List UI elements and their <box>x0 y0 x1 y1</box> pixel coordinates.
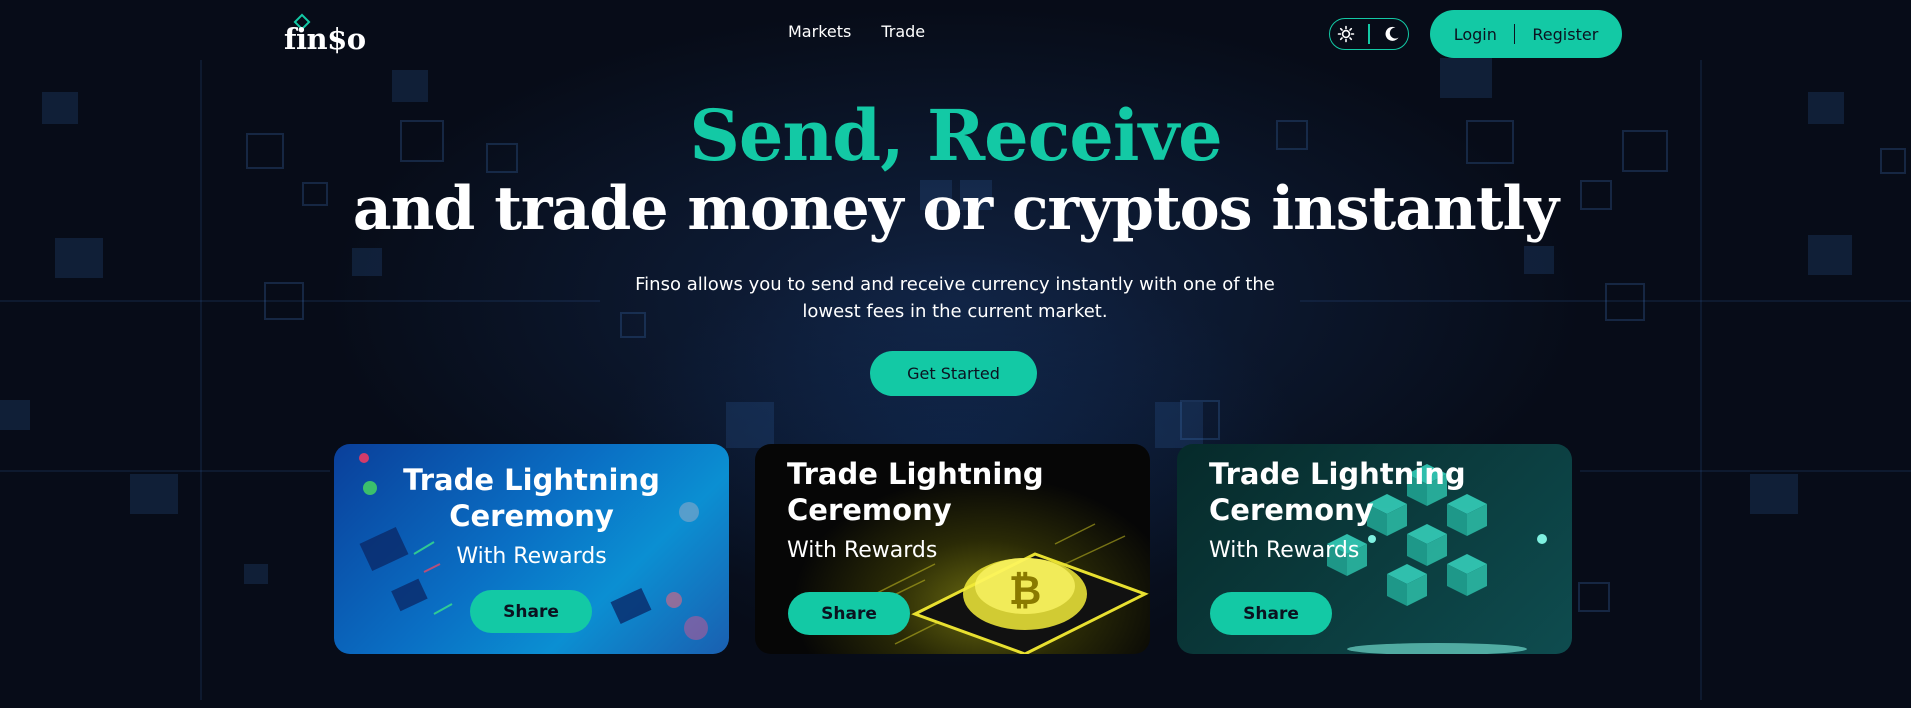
moon-icon[interactable] <box>1383 25 1401 43</box>
finso-logo[interactable]: fin$o <box>284 12 366 56</box>
toggle-divider <box>1368 24 1370 44</box>
card-title: Trade Lightning Ceremony <box>403 463 660 533</box>
promo-card[interactable]: Trade Lightning Ceremony With Rewards Sh… <box>1177 444 1572 654</box>
card-title: Trade Lightning Ceremony <box>787 457 1044 527</box>
main-nav: Markets Trade <box>788 22 925 41</box>
auth-pill: Login Register <box>1430 10 1622 58</box>
card-subtitle: With Rewards <box>787 538 938 563</box>
nav-item-trade[interactable]: Trade <box>881 22 925 41</box>
promo-card[interactable]: Trade Lightning Ceremony With Rewards Sh… <box>334 444 729 654</box>
share-button[interactable]: Share <box>470 590 592 633</box>
card-subtitle: With Rewards <box>1209 538 1360 563</box>
sun-icon[interactable] <box>1337 25 1355 43</box>
promo-card[interactable]: ₿ Trade Lightning Ceremony With Rewards … <box>755 444 1150 654</box>
hero-description: Finso allows you to send and receive cur… <box>635 274 1275 322</box>
share-button[interactable]: Share <box>1210 592 1332 635</box>
svg-text:₿: ₿ <box>1009 568 1042 614</box>
card-subtitle: With Rewards <box>456 544 607 569</box>
logo-text: fin$o <box>284 22 366 56</box>
hero-title: Send, Receive <box>689 94 1222 177</box>
hero-subtitle-heading: and trade money or cryptos instantly <box>352 174 1559 244</box>
card-title: Trade Lightning Ceremony <box>1209 457 1466 527</box>
register-button[interactable]: Register <box>1515 25 1615 44</box>
share-button[interactable]: Share <box>788 592 910 635</box>
get-started-button[interactable]: Get Started <box>870 351 1037 396</box>
nav-item-markets[interactable]: Markets <box>788 22 851 41</box>
theme-toggle[interactable] <box>1329 18 1409 50</box>
login-button[interactable]: Login <box>1437 25 1514 44</box>
